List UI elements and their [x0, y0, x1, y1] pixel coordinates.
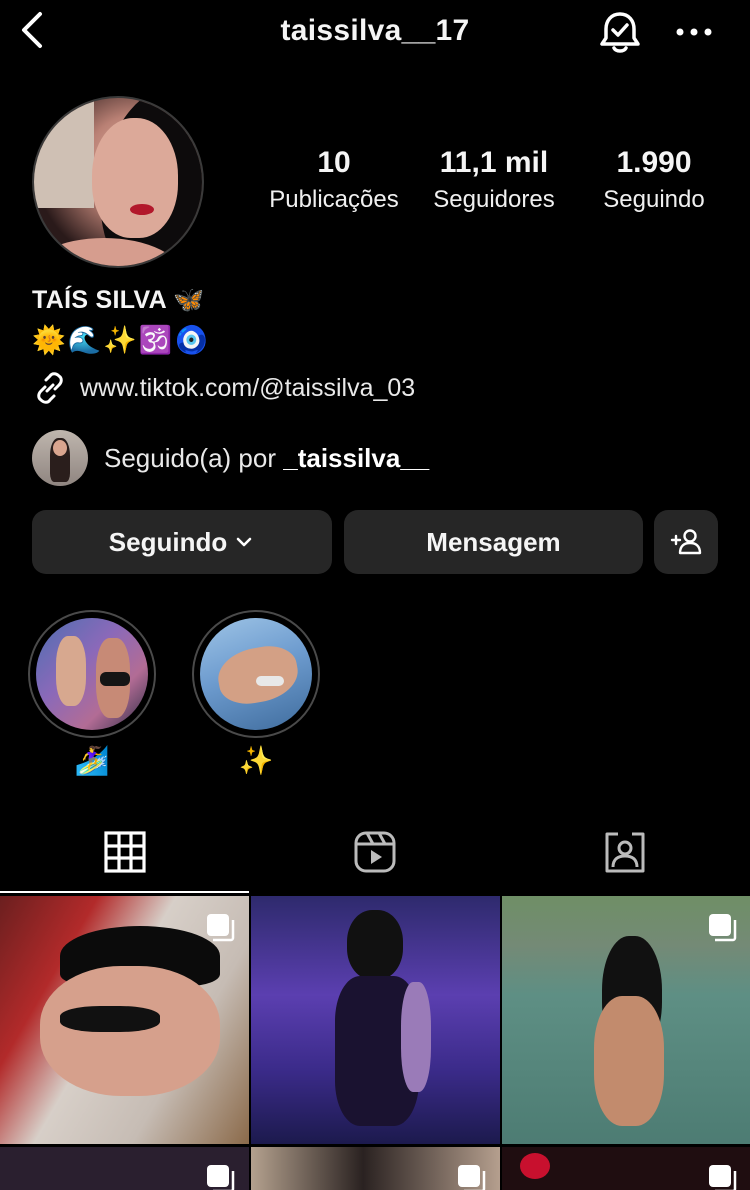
profile-link[interactable]: www.tiktok.com/@taissilva_03	[32, 368, 415, 408]
link-icon	[37, 372, 63, 404]
multiple-posts-icon	[207, 914, 235, 942]
multiple-posts-icon	[207, 1165, 235, 1190]
profile-tabs	[0, 810, 750, 894]
highlight-ring	[192, 610, 320, 738]
story-highlight[interactable]: 🏄‍♀️	[28, 610, 156, 777]
follower-avatar-face	[53, 440, 67, 456]
multiple-posts-icon	[709, 914, 737, 942]
stat-followers-label: Seguidores	[433, 186, 555, 213]
profile-bio: 🌞🌊✨🕉️🧿	[32, 325, 211, 355]
post-thumbnail[interactable]	[0, 896, 249, 1144]
message-button[interactable]: Mensagem	[344, 510, 643, 574]
profile-avatar[interactable]	[32, 96, 204, 268]
story-highlight[interactable]: ✨	[192, 610, 320, 777]
highlight-top	[100, 672, 130, 686]
profile-full-name: TAÍS SILVA 🦋	[32, 286, 205, 314]
posts-grid	[0, 896, 750, 1190]
avatar-face	[92, 118, 178, 238]
add-user-button[interactable]	[654, 510, 718, 574]
more-horizontal-icon	[676, 28, 712, 36]
reels-icon	[354, 831, 396, 873]
chevron-down-icon	[236, 537, 252, 547]
post-hair	[347, 910, 403, 980]
followed-by-prefix: Seguido(a) por	[104, 442, 284, 473]
stat-following[interactable]: 1.990 Seguindo	[590, 146, 718, 214]
stat-posts[interactable]: 10 Publicações	[262, 146, 406, 214]
more-options-button[interactable]	[672, 14, 716, 50]
post-skin	[594, 996, 664, 1126]
tab-grid[interactable]	[0, 810, 250, 894]
highlight-cover	[36, 618, 148, 730]
post-thumbnail[interactable]	[502, 896, 750, 1144]
following-button-label: Seguindo	[108, 526, 228, 557]
stat-posts-label: Publicações	[269, 186, 399, 213]
add-person-icon	[670, 529, 702, 555]
followed-by-username[interactable]: _taissilva__	[283, 443, 429, 473]
stat-posts-value: 10	[317, 146, 351, 179]
notifications-button[interactable]	[596, 8, 644, 56]
tagged-person-icon	[605, 832, 645, 873]
post-top	[60, 1006, 160, 1032]
highlight-label: ✨	[238, 745, 274, 776]
post-thumbnail[interactable]	[502, 1147, 750, 1190]
post-thumbnail[interactable]	[251, 896, 500, 1144]
message-button-label: Mensagem	[426, 526, 561, 557]
top-bar: taissilva__17	[0, 0, 750, 64]
active-tab-indicator	[0, 891, 249, 893]
post-thumbnail[interactable]	[0, 1147, 249, 1190]
highlight-label: 🏄‍♀️	[74, 745, 110, 776]
multiple-posts-icon	[709, 1165, 737, 1190]
follower-avatar	[32, 430, 88, 486]
following-button[interactable]: Seguindo	[32, 510, 332, 574]
tab-tagged[interactable]	[500, 810, 750, 894]
avatar-background	[34, 98, 94, 208]
highlight-figure-1	[213, 641, 303, 709]
tab-reels[interactable]	[250, 810, 500, 894]
multiple-posts-icon	[458, 1165, 486, 1190]
highlight-top	[256, 676, 284, 686]
post-arm	[401, 982, 431, 1092]
profile-link-text[interactable]: www.tiktok.com/@taissilva_03	[80, 374, 415, 403]
post-thumbnail[interactable]	[251, 1147, 500, 1190]
stat-following-label: Seguindo	[603, 186, 705, 213]
followed-by-row[interactable]: Seguido(a) por _taissilva__	[32, 430, 429, 486]
bell-check-icon	[600, 12, 640, 53]
highlight-ring	[28, 610, 156, 738]
highlight-cover	[200, 618, 312, 730]
highlight-figure-1	[56, 636, 86, 706]
post-heart-shape	[520, 1153, 550, 1179]
grid-icon	[104, 831, 146, 873]
stat-followers-value: 11,1 mil	[439, 146, 549, 179]
stat-followers[interactable]: 11,1 mil Seguidores	[420, 146, 568, 214]
stat-following-value: 1.990	[616, 146, 692, 179]
followed-by-text: Seguido(a) por _taissilva__	[104, 443, 429, 474]
avatar-lips	[130, 204, 154, 215]
